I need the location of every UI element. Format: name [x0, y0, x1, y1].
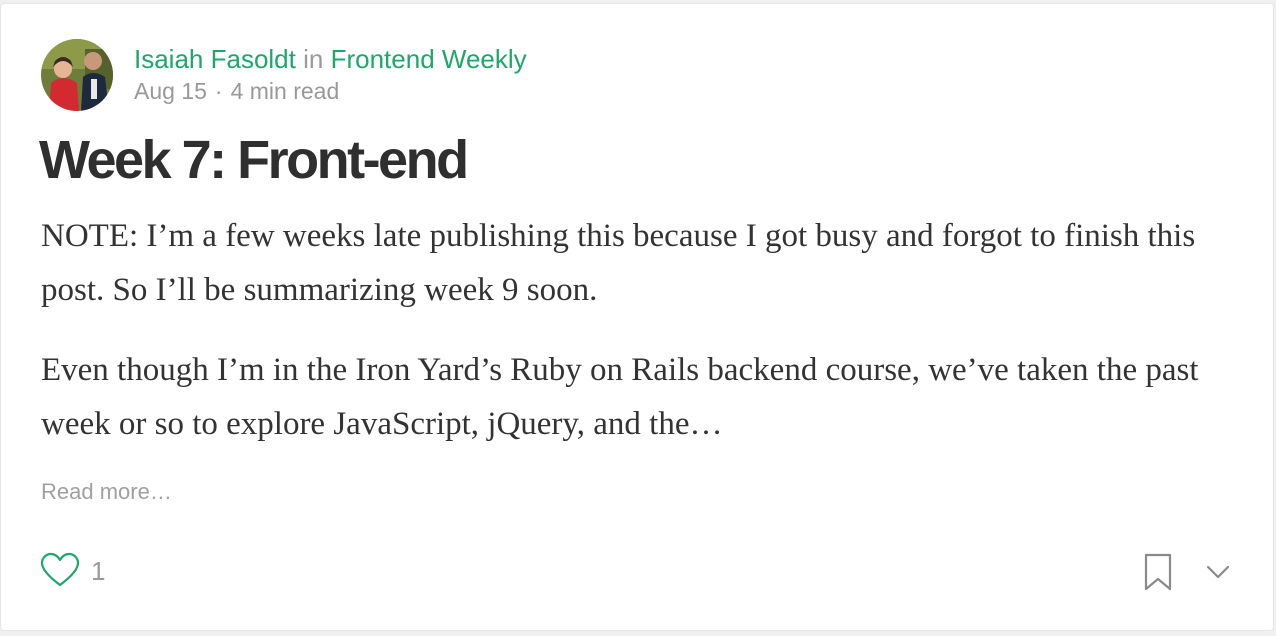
read-time: 4 min read — [230, 78, 340, 104]
read-more-link[interactable]: Read more… — [41, 478, 172, 506]
meta-separator: · — [214, 78, 223, 104]
publication-link[interactable]: Frontend Weekly — [331, 44, 527, 74]
post-title[interactable]: Week 7: Front-end — [39, 126, 469, 194]
chevron-down-icon[interactable] — [1204, 558, 1232, 586]
post-excerpt-paragraph-2: Even though I’m in the Iron Yard’s Ruby … — [41, 352, 1199, 442]
post-meta: Aug 15 · 4 min read — [134, 76, 339, 106]
post-byline: Isaiah Fasoldt in Frontend Weekly — [134, 42, 527, 76]
byline-in-text: in — [303, 44, 324, 74]
author-avatar[interactable] — [41, 39, 113, 111]
heart-count: 1 — [91, 556, 106, 586]
heart-icon[interactable] — [40, 551, 80, 591]
author-name-link[interactable]: Isaiah Fasoldt — [134, 44, 296, 74]
post-date[interactable]: Aug 15 — [134, 78, 207, 104]
post-card: Isaiah Fasoldt in Frontend Weekly Aug 15… — [0, 3, 1274, 631]
post-excerpt-paragraph-1: NOTE: I’m a few weeks late publishing th… — [41, 218, 1196, 308]
bookmark-icon[interactable] — [1142, 552, 1174, 592]
